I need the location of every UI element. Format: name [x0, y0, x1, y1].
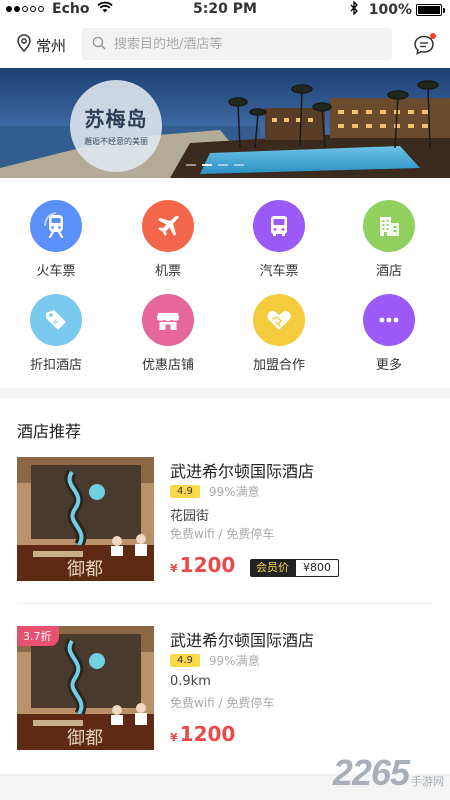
currency-symbol: ¥ — [170, 731, 178, 744]
location-pin-icon — [17, 34, 31, 56]
plane-icon — [142, 200, 194, 252]
svg-text:御都: 御都 — [67, 728, 103, 749]
site-watermark: 2265 手游网 — [333, 752, 444, 794]
battery-percentage: 100% — [368, 2, 412, 18]
price-value: 1200 — [179, 553, 236, 577]
category-label: 加盟合作 — [252, 358, 305, 373]
member-price-value: ¥800 — [295, 559, 339, 577]
category-label: 火车票 — [36, 264, 76, 279]
watermark-logo: 2265 — [332, 752, 410, 793]
currency-symbol: ¥ — [170, 562, 178, 575]
discount-badge: 3.7折 — [17, 626, 59, 646]
train-icon — [30, 200, 82, 252]
banner-image — [0, 68, 450, 178]
category-more[interactable]: 更多 — [349, 294, 429, 373]
carousel-dot[interactable] — [202, 164, 212, 166]
more-icon — [363, 294, 415, 346]
svg-text:御都: 御都 — [67, 559, 103, 580]
hotel-name: 武进希尔顿国际酒店 — [170, 631, 315, 650]
category-bus-tickets[interactable]: 汽车票 — [239, 200, 319, 279]
category-label: 酒店 — [375, 264, 402, 279]
hotel-distance: 0.9km — [170, 674, 211, 689]
carousel-dot[interactable] — [218, 164, 228, 166]
price-value: 1200 — [179, 722, 236, 746]
satisfaction-rate: 99%满意 — [208, 654, 260, 668]
rating-badge: 4.9 — [170, 485, 200, 498]
category-label: 优惠店铺 — [141, 358, 194, 373]
carousel-dot[interactable] — [234, 164, 244, 166]
hotel-recommendations: 酒店推荐 御都 武进希尔顿国际酒店 4.9 99%满意 花园街 免费wifi / — [0, 398, 450, 774]
search-bar[interactable] — [82, 28, 392, 60]
discount-tag-icon: ¥ — [30, 294, 82, 346]
status-bar: Echo 5:20 PM 100% — [0, 0, 450, 20]
message-icon — [413, 35, 435, 60]
building-icon — [363, 200, 415, 252]
category-train-tickets[interactable]: 火车票 — [16, 200, 96, 279]
top-header: 常州 — [0, 20, 450, 68]
city-label: 常州 — [36, 36, 67, 55]
hotel-location: 花园街 — [170, 509, 210, 524]
category-grid: 火车票 机票 汽车票 酒店 ¥ 折扣酒店 优惠店铺 加盟合作 更多 — [0, 178, 450, 388]
search-input[interactable] — [114, 36, 374, 52]
category-franchise[interactable]: 加盟合作 — [239, 294, 319, 373]
hotel-card[interactable]: 御都 武进希尔顿国际酒店 4.9 99%满意 花园街 免费wifi / 免费停车… — [0, 457, 450, 587]
divider — [17, 603, 433, 604]
category-label: 汽车票 — [259, 264, 299, 279]
banner-subtitle: 邂逅不经意的美丽 — [84, 137, 148, 146]
battery-icon — [416, 4, 445, 16]
promo-banner[interactable]: 苏梅岛 邂逅不经意的美丽 — [0, 68, 450, 178]
message-button[interactable] — [413, 33, 436, 56]
carousel-dot[interactable] — [186, 164, 196, 166]
category-discount-hotels[interactable]: ¥ 折扣酒店 — [16, 294, 96, 373]
banner-title: 苏梅岛 — [84, 107, 148, 131]
search-icon — [92, 35, 106, 54]
category-flights[interactable]: 机票 — [128, 200, 208, 279]
bus-icon — [253, 200, 305, 252]
hotel-amenities: 免费wifi / 免费停车 — [170, 527, 275, 541]
hotel-price: ¥1200 — [170, 553, 235, 577]
member-price-label: 会员价 — [250, 559, 295, 577]
category-label: 更多 — [375, 358, 402, 373]
category-discount-shops[interactable]: 优惠店铺 — [128, 294, 208, 373]
section-title: 酒店推荐 — [17, 422, 82, 441]
category-label: 折扣酒店 — [29, 358, 82, 373]
satisfaction-rate: 99%满意 — [208, 485, 260, 499]
hotel-card[interactable]: 御都 3.7折 武进希尔顿国际酒店 4.9 99%满意 0.9km 免费wifi… — [0, 626, 450, 756]
hotel-name: 武进希尔顿国际酒店 — [170, 462, 315, 481]
category-hotels[interactable]: 酒店 — [349, 200, 429, 279]
carousel-indicators — [186, 164, 250, 166]
hotel-thumbnail: 御都 3.7折 — [17, 626, 154, 750]
watermark-text: 手游网 — [411, 775, 444, 788]
rating-badge: 4.9 — [170, 654, 200, 667]
unread-badge — [430, 33, 436, 39]
city-selector[interactable]: 常州 — [17, 34, 66, 56]
hotel-price: ¥1200 — [170, 722, 235, 746]
shop-icon — [142, 294, 194, 346]
category-label: 机票 — [154, 264, 181, 279]
hotel-amenities: 免费wifi / 免费停车 — [170, 696, 275, 710]
handshake-icon — [253, 294, 305, 346]
destination-badge: 苏梅岛 邂逅不经意的美丽 — [70, 80, 162, 172]
hotel-thumbnail: 御都 — [17, 457, 154, 581]
bluetooth-icon — [350, 0, 359, 19]
member-price-tag: 会员价 ¥800 — [250, 559, 339, 577]
